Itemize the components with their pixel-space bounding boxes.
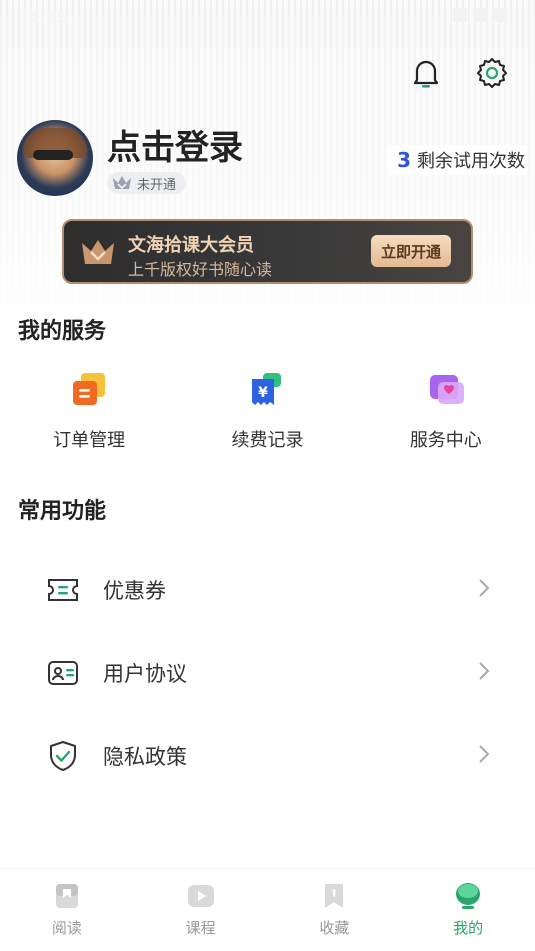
avatar-glasses [33, 150, 73, 160]
read-icon [55, 884, 78, 908]
func-label: 优惠券 [103, 578, 166, 603]
service-label: 续费记录 [231, 430, 304, 451]
func-coupons[interactable]: 优惠券 [0, 548, 535, 631]
signal-icon [453, 8, 467, 22]
functions-list: 优惠券 用户协议 隐私政策 [0, 548, 535, 797]
user-agreement-icon [45, 655, 81, 691]
service-order-management[interactable]: 订单管理 [0, 370, 178, 460]
status-bar: 4:25 [0, 0, 535, 36]
notification-bell-icon[interactable] [408, 55, 444, 91]
login-prompt[interactable]: 点击登录 [107, 120, 243, 169]
tab-mine[interactable]: 我的 [401, 869, 535, 951]
chevron-right-icon [479, 579, 490, 597]
func-label: 隐私政策 [103, 744, 187, 769]
vip-status-badge: 未开通 [107, 172, 187, 194]
tab-favorites[interactable]: 收藏 [268, 869, 402, 951]
status-time: 4:25 [28, 8, 68, 27]
trial-label: 剩余试用次数 [417, 151, 525, 172]
order-icon [73, 373, 106, 405]
services-row: 订单管理 ¥ 续费记录 服务中心 [0, 370, 535, 460]
settings-gear-icon[interactable] [474, 55, 510, 91]
profile-section: 点击登录 未开通 3 剩余试用次数 [17, 120, 527, 200]
vip-activate-button[interactable]: 立即开通 [371, 235, 451, 267]
tab-course[interactable]: 课程 [134, 869, 268, 951]
vip-crown-icon [82, 240, 114, 264]
my-services-title: 我的服务 [18, 319, 107, 344]
tab-label: 收藏 [319, 919, 350, 937]
trial-count: 3 [397, 148, 411, 172]
tab-read[interactable]: 阅读 [0, 869, 134, 951]
tab-label: 阅读 [51, 919, 82, 937]
svg-text:¥: ¥ [259, 385, 269, 401]
tab-label: 我的 [453, 919, 484, 937]
service-help-center[interactable]: 服务中心 [357, 370, 535, 460]
battery-icon [493, 8, 507, 22]
status-icons [453, 8, 507, 22]
common-functions-title: 常用功能 [18, 499, 107, 524]
profile-icon [456, 883, 481, 909]
vip-subtitle: 上千版权好书随心读 [128, 260, 273, 279]
func-user-agreement[interactable]: 用户协议 [0, 631, 535, 714]
vip-status-text: 未开通 [137, 177, 177, 193]
bottom-tabbar: 阅读 课程 收藏 我的 [0, 868, 535, 951]
trial-info: 3 剩余试用次数 [387, 145, 527, 175]
course-play-icon [187, 885, 214, 907]
service-label: 订单管理 [53, 430, 126, 451]
chevron-right-icon [479, 662, 490, 680]
avatar[interactable] [17, 120, 93, 196]
chevron-right-icon [479, 745, 490, 763]
bookmark-icon [325, 884, 344, 908]
vip-title: 文海拾课大会员 [128, 235, 254, 256]
func-privacy-policy[interactable]: 隐私政策 [0, 714, 535, 797]
tab-label: 课程 [185, 919, 216, 937]
wifi-icon [473, 8, 487, 22]
service-label: 服务中心 [409, 430, 482, 451]
coupon-icon [45, 572, 81, 608]
crown-icon [113, 176, 131, 190]
top-actions [408, 55, 510, 91]
func-label: 用户协议 [103, 661, 187, 686]
privacy-shield-icon [45, 738, 81, 774]
service-renewal-records[interactable]: ¥ 续费记录 [178, 370, 356, 460]
renewal-icon: ¥ [252, 373, 282, 405]
service-center-icon [429, 375, 464, 404]
vip-membership-banner[interactable]: 文海拾课大会员 上千版权好书随心读 立即开通 [62, 219, 473, 284]
